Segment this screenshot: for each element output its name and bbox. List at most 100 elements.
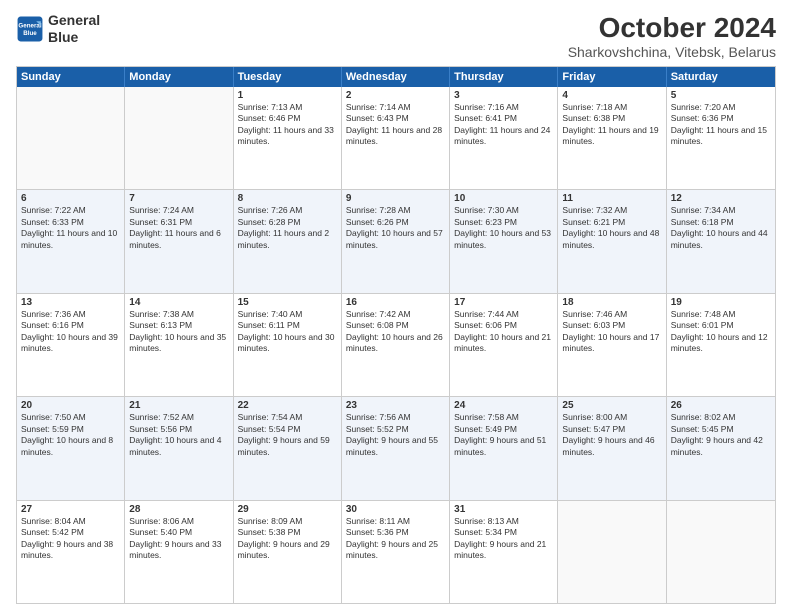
header-cell-sunday: Sunday [17,67,125,87]
day-number: 4 [562,90,661,101]
day-cell-26: 26Sunrise: 8:02 AM Sunset: 5:45 PM Dayli… [667,397,775,499]
day-info: Sunrise: 8:09 AM Sunset: 5:38 PM Dayligh… [238,516,337,562]
calendar-row: 1Sunrise: 7:13 AM Sunset: 6:46 PM Daylig… [17,87,775,190]
day-cell-13: 13Sunrise: 7:36 AM Sunset: 6:16 PM Dayli… [17,294,125,396]
day-info: Sunrise: 7:44 AM Sunset: 6:06 PM Dayligh… [454,309,553,355]
header-cell-tuesday: Tuesday [234,67,342,87]
day-number: 10 [454,193,553,204]
empty-cell [125,87,233,189]
day-cell-1: 1Sunrise: 7:13 AM Sunset: 6:46 PM Daylig… [234,87,342,189]
empty-cell [17,87,125,189]
day-info: Sunrise: 7:46 AM Sunset: 6:03 PM Dayligh… [562,309,661,355]
day-info: Sunrise: 7:56 AM Sunset: 5:52 PM Dayligh… [346,412,445,458]
day-number: 30 [346,504,445,515]
day-cell-9: 9Sunrise: 7:28 AM Sunset: 6:26 PM Daylig… [342,190,450,292]
day-number: 29 [238,504,337,515]
calendar-row: 13Sunrise: 7:36 AM Sunset: 6:16 PM Dayli… [17,294,775,397]
day-number: 6 [21,193,120,204]
empty-cell [667,501,775,603]
day-info: Sunrise: 7:13 AM Sunset: 6:46 PM Dayligh… [238,102,337,148]
day-number: 24 [454,400,553,411]
day-info: Sunrise: 7:50 AM Sunset: 5:59 PM Dayligh… [21,412,120,458]
day-info: Sunrise: 7:30 AM Sunset: 6:23 PM Dayligh… [454,205,553,251]
day-number: 27 [21,504,120,515]
day-number: 3 [454,90,553,101]
day-cell-18: 18Sunrise: 7:46 AM Sunset: 6:03 PM Dayli… [558,294,666,396]
day-cell-2: 2Sunrise: 7:14 AM Sunset: 6:43 PM Daylig… [342,87,450,189]
day-cell-17: 17Sunrise: 7:44 AM Sunset: 6:06 PM Dayli… [450,294,558,396]
day-number: 17 [454,297,553,308]
day-cell-8: 8Sunrise: 7:26 AM Sunset: 6:28 PM Daylig… [234,190,342,292]
day-info: Sunrise: 7:16 AM Sunset: 6:41 PM Dayligh… [454,102,553,148]
day-number: 7 [129,193,228,204]
day-cell-11: 11Sunrise: 7:32 AM Sunset: 6:21 PM Dayli… [558,190,666,292]
calendar-row: 20Sunrise: 7:50 AM Sunset: 5:59 PM Dayli… [17,397,775,500]
day-info: Sunrise: 7:20 AM Sunset: 6:36 PM Dayligh… [671,102,771,148]
day-cell-21: 21Sunrise: 7:52 AM Sunset: 5:56 PM Dayli… [125,397,233,499]
day-info: Sunrise: 7:18 AM Sunset: 6:38 PM Dayligh… [562,102,661,148]
day-info: Sunrise: 7:52 AM Sunset: 5:56 PM Dayligh… [129,412,228,458]
day-info: Sunrise: 8:13 AM Sunset: 5:34 PM Dayligh… [454,516,553,562]
logo: General Blue General Blue [16,12,100,46]
day-cell-20: 20Sunrise: 7:50 AM Sunset: 5:59 PM Dayli… [17,397,125,499]
day-number: 21 [129,400,228,411]
day-info: Sunrise: 7:58 AM Sunset: 5:49 PM Dayligh… [454,412,553,458]
empty-cell [558,501,666,603]
day-cell-3: 3Sunrise: 7:16 AM Sunset: 6:41 PM Daylig… [450,87,558,189]
day-number: 20 [21,400,120,411]
day-info: Sunrise: 7:14 AM Sunset: 6:43 PM Dayligh… [346,102,445,148]
day-info: Sunrise: 7:34 AM Sunset: 6:18 PM Dayligh… [671,205,771,251]
day-number: 1 [238,90,337,101]
title-section: October 2024 Sharkovshchina, Vitebsk, Be… [568,12,776,60]
day-cell-23: 23Sunrise: 7:56 AM Sunset: 5:52 PM Dayli… [342,397,450,499]
day-number: 2 [346,90,445,101]
day-number: 31 [454,504,553,515]
calendar-row: 27Sunrise: 8:04 AM Sunset: 5:42 PM Dayli… [17,501,775,603]
day-cell-7: 7Sunrise: 7:24 AM Sunset: 6:31 PM Daylig… [125,190,233,292]
day-cell-31: 31Sunrise: 8:13 AM Sunset: 5:34 PM Dayli… [450,501,558,603]
header-cell-wednesday: Wednesday [342,67,450,87]
day-cell-24: 24Sunrise: 7:58 AM Sunset: 5:49 PM Dayli… [450,397,558,499]
header-cell-monday: Monday [125,67,233,87]
day-cell-4: 4Sunrise: 7:18 AM Sunset: 6:38 PM Daylig… [558,87,666,189]
main-title: October 2024 [568,12,776,44]
day-info: Sunrise: 8:04 AM Sunset: 5:42 PM Dayligh… [21,516,120,562]
calendar: SundayMondayTuesdayWednesdayThursdayFrid… [16,66,776,604]
day-number: 5 [671,90,771,101]
day-number: 13 [21,297,120,308]
day-number: 26 [671,400,771,411]
day-cell-19: 19Sunrise: 7:48 AM Sunset: 6:01 PM Dayli… [667,294,775,396]
day-cell-25: 25Sunrise: 8:00 AM Sunset: 5:47 PM Dayli… [558,397,666,499]
day-number: 9 [346,193,445,204]
day-info: Sunrise: 8:06 AM Sunset: 5:40 PM Dayligh… [129,516,228,562]
day-info: Sunrise: 8:02 AM Sunset: 5:45 PM Dayligh… [671,412,771,458]
day-cell-22: 22Sunrise: 7:54 AM Sunset: 5:54 PM Dayli… [234,397,342,499]
day-number: 28 [129,504,228,515]
day-number: 25 [562,400,661,411]
day-cell-10: 10Sunrise: 7:30 AM Sunset: 6:23 PM Dayli… [450,190,558,292]
header-cell-friday: Friday [558,67,666,87]
svg-text:Blue: Blue [23,30,37,37]
page: General Blue General Blue October 2024 S… [0,0,792,612]
day-cell-15: 15Sunrise: 7:40 AM Sunset: 6:11 PM Dayli… [234,294,342,396]
day-number: 15 [238,297,337,308]
day-cell-14: 14Sunrise: 7:38 AM Sunset: 6:13 PM Dayli… [125,294,233,396]
day-cell-6: 6Sunrise: 7:22 AM Sunset: 6:33 PM Daylig… [17,190,125,292]
day-number: 8 [238,193,337,204]
day-number: 18 [562,297,661,308]
day-cell-27: 27Sunrise: 8:04 AM Sunset: 5:42 PM Dayli… [17,501,125,603]
calendar-header: SundayMondayTuesdayWednesdayThursdayFrid… [17,67,775,87]
day-info: Sunrise: 8:00 AM Sunset: 5:47 PM Dayligh… [562,412,661,458]
day-cell-5: 5Sunrise: 7:20 AM Sunset: 6:36 PM Daylig… [667,87,775,189]
day-info: Sunrise: 7:48 AM Sunset: 6:01 PM Dayligh… [671,309,771,355]
day-number: 11 [562,193,661,204]
logo-icon: General Blue [16,15,44,43]
day-info: Sunrise: 7:24 AM Sunset: 6:31 PM Dayligh… [129,205,228,251]
day-info: Sunrise: 7:32 AM Sunset: 6:21 PM Dayligh… [562,205,661,251]
day-number: 23 [346,400,445,411]
calendar-row: 6Sunrise: 7:22 AM Sunset: 6:33 PM Daylig… [17,190,775,293]
header-cell-saturday: Saturday [667,67,775,87]
svg-text:General: General [18,22,41,29]
day-info: Sunrise: 7:54 AM Sunset: 5:54 PM Dayligh… [238,412,337,458]
day-cell-12: 12Sunrise: 7:34 AM Sunset: 6:18 PM Dayli… [667,190,775,292]
